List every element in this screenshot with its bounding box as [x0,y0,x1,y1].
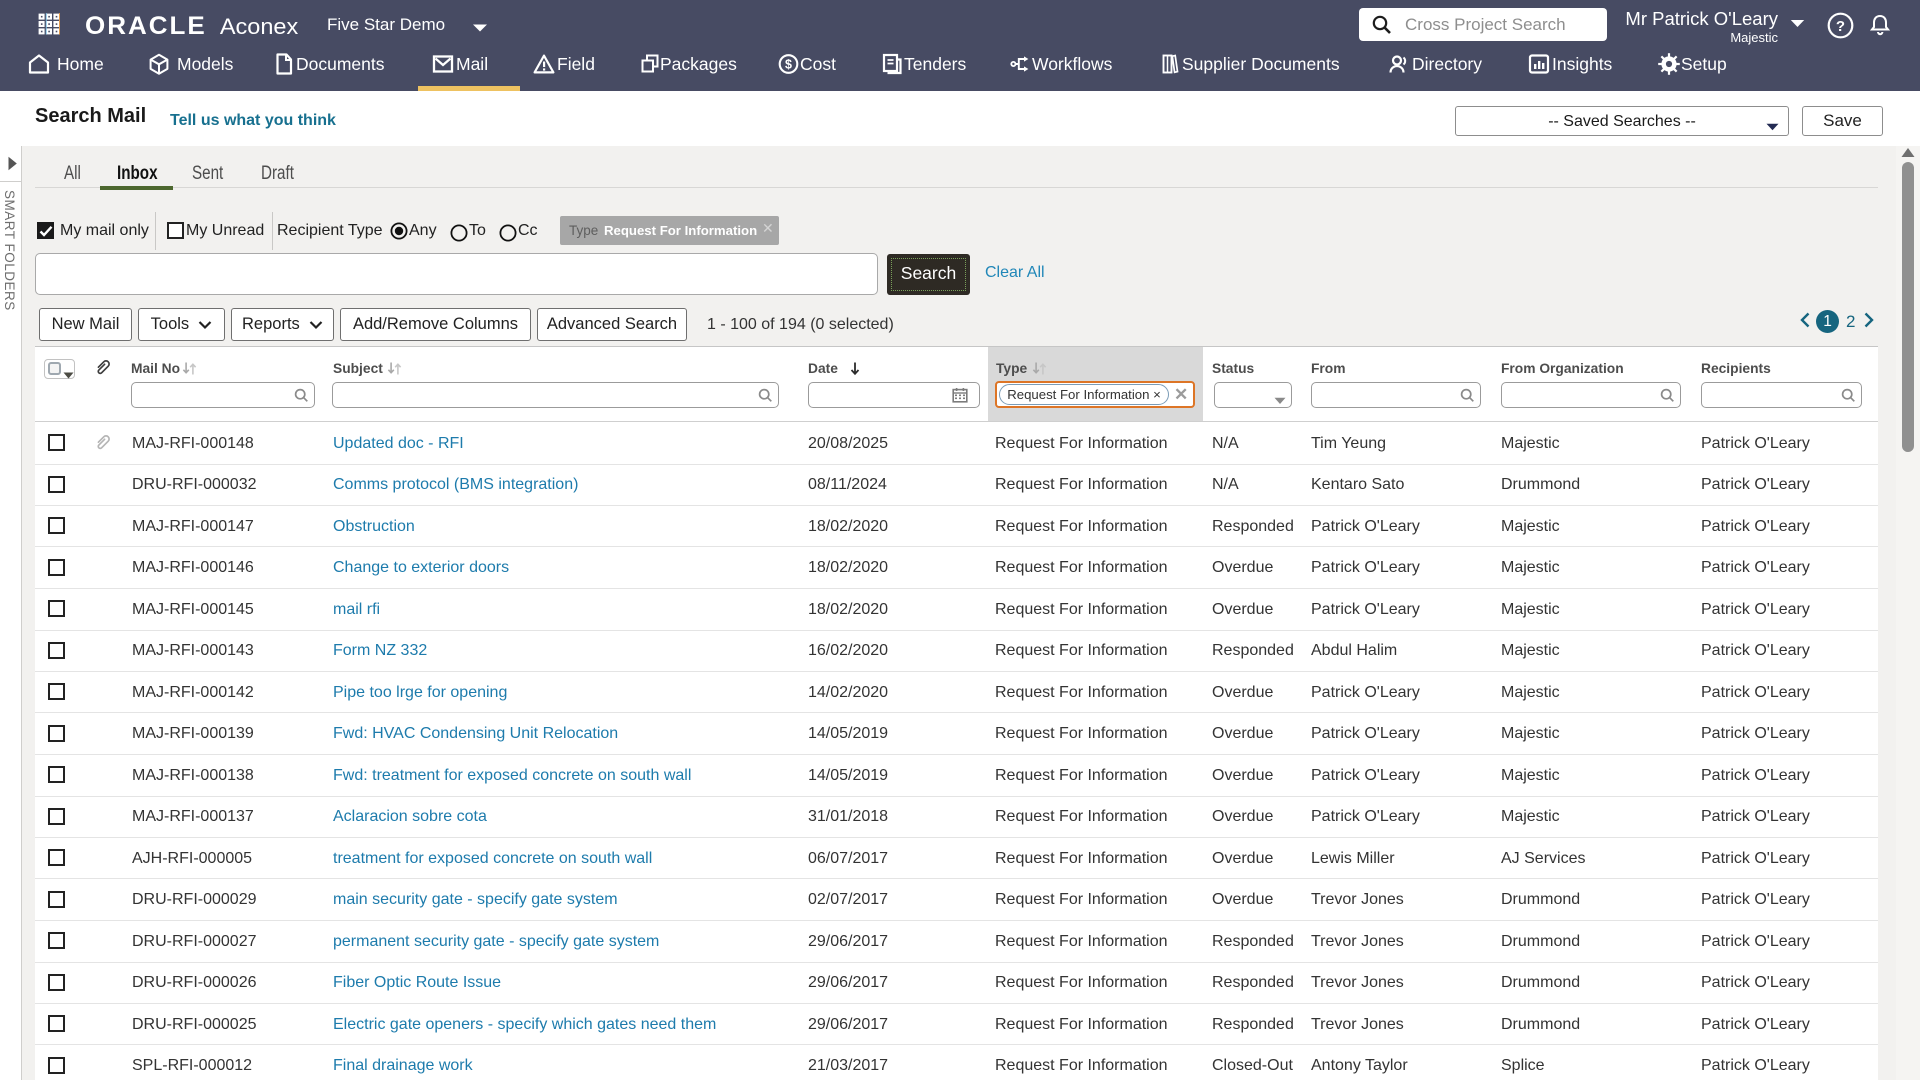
svg-text:$: $ [785,57,792,71]
svg-text:?: ? [1836,18,1845,35]
